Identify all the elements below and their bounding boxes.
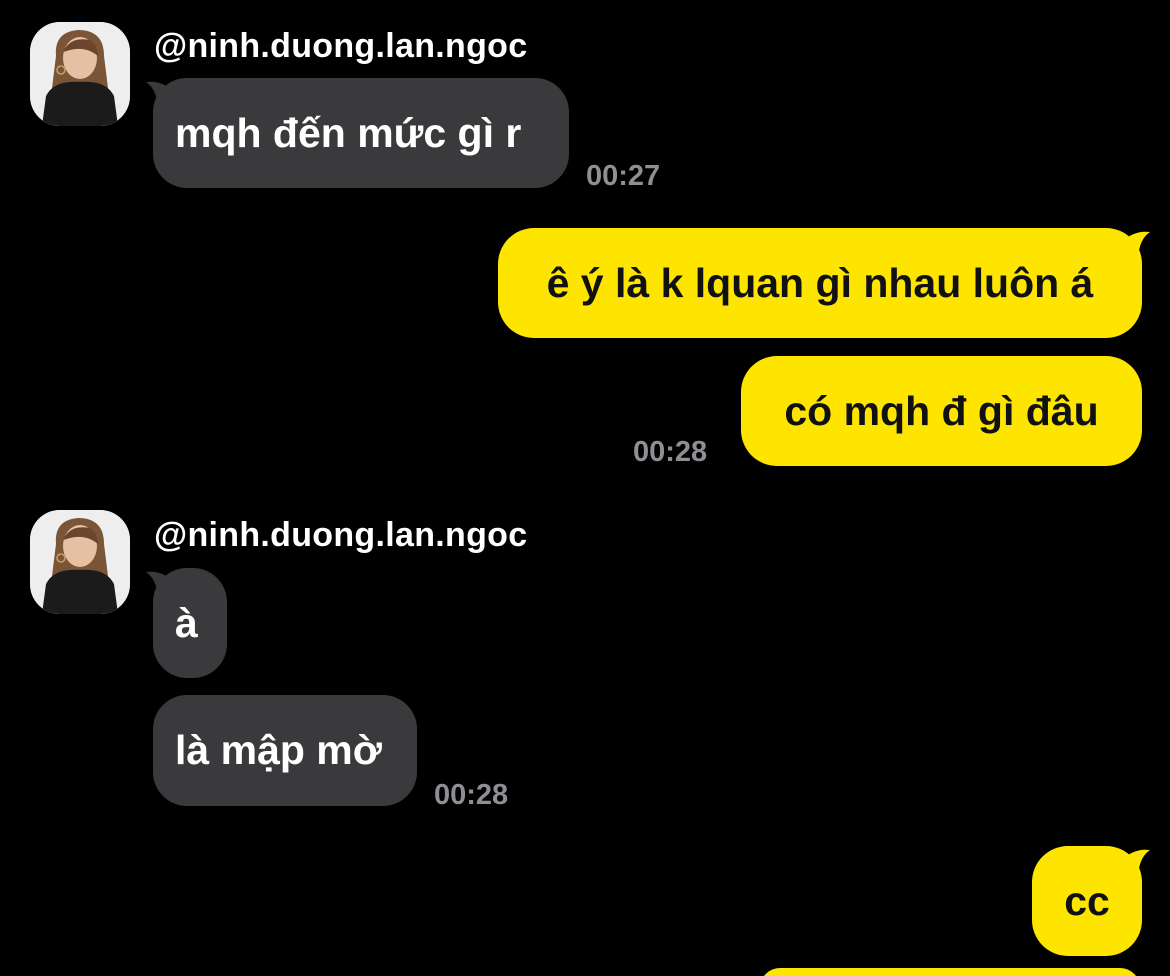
incoming-message-bubble[interactable]: mqh đến mức gì r: [146, 78, 569, 188]
message-timestamp: 00:28: [633, 436, 708, 468]
bubble-tail-icon: [146, 571, 174, 602]
outgoing-message-bubble[interactable]: cc: [1032, 846, 1150, 956]
sender-name: @ninh.duong.lan.ngoc: [154, 27, 528, 65]
avatar[interactable]: [30, 22, 130, 126]
bubble-tail-icon: [1122, 231, 1150, 262]
sender-name: @ninh.duong.lan.ngoc: [154, 516, 528, 554]
message-text: là mập mờ: [175, 727, 382, 773]
chat-screen: @ninh.duong.lan.ngoc mqh đến mức gì r 00…: [0, 0, 1170, 976]
outgoing-message-bubble-partial[interactable]: [760, 968, 1140, 976]
message-timestamp: 00:28: [434, 779, 509, 811]
avatar[interactable]: [30, 510, 130, 614]
incoming-message-bubble[interactable]: là mập mờ: [153, 695, 417, 806]
message-text: cc: [1064, 877, 1110, 924]
message-text: mqh đến mức gì r: [175, 109, 522, 156]
message-text: có mqh đ gì đâu: [784, 387, 1099, 434]
incoming-message-bubble[interactable]: à: [146, 568, 227, 678]
outgoing-message-bubble[interactable]: có mqh đ gì đâu: [741, 356, 1142, 466]
bubble-tail-icon: [1122, 849, 1150, 880]
bubble-tail-icon: [146, 81, 174, 112]
message-text: à: [175, 599, 198, 646]
profile-photo-icon: [30, 22, 130, 126]
outgoing-message-bubble[interactable]: ê ý là k lquan gì nhau luôn á: [498, 228, 1150, 338]
profile-photo-icon: [30, 510, 130, 614]
message-text: ê ý là k lquan gì nhau luôn á: [546, 259, 1094, 306]
message-timestamp: 00:27: [586, 160, 661, 192]
